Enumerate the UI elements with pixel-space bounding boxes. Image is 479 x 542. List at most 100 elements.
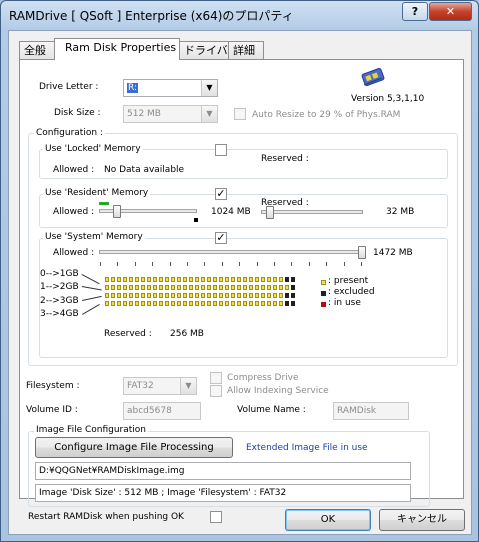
memory-block [273, 293, 277, 298]
memory-block [231, 277, 235, 282]
volume-name-field[interactable]: RAMDisk [333, 402, 409, 420]
slider-tick [361, 262, 362, 266]
image-path-field[interactable]: D:¥QQGNet¥RAMDiskImage.img [35, 462, 411, 480]
memory-block [123, 301, 127, 306]
allow-indexing-checkbox[interactable] [210, 385, 222, 397]
memory-block [207, 277, 211, 282]
memory-block [189, 301, 193, 306]
memory-block [165, 301, 169, 306]
memory-block [225, 301, 229, 306]
allow-indexing-label: Allow Indexing Service [227, 386, 329, 396]
title-bar[interactable]: RAMDrive [ QSoft ] Enterprise (x64)のプロパテ… [1, 1, 478, 29]
volume-id-value: abcd5678 [127, 406, 172, 416]
locked-memory-checkbox[interactable] [215, 144, 227, 156]
locked-reserved-label: Reserved : [261, 154, 309, 164]
system-allowed-slider-track [99, 250, 363, 254]
drive-letter-select[interactable]: R: ▼ [123, 79, 218, 97]
system-allowed-slider-thumb[interactable] [358, 246, 366, 259]
memory-block [213, 293, 217, 298]
tab-driver[interactable]: ドライバ [179, 41, 229, 60]
memory-block [243, 301, 247, 306]
tab-general[interactable]: 全般 [19, 41, 55, 60]
memory-block [117, 293, 121, 298]
memory-block [159, 301, 163, 306]
resident-allowed-slider-thumb[interactable] [113, 205, 121, 218]
close-button[interactable]: ✕ [429, 2, 472, 21]
memory-block [267, 277, 271, 282]
memory-block [189, 277, 193, 282]
memory-block [243, 277, 247, 282]
filesystem-label: Filesystem : [26, 381, 80, 391]
dialog-client: 全般 Ram Disk Properties ドライバ 詳細 Drive Let… [8, 30, 472, 535]
memory-block [183, 293, 187, 298]
memory-block [291, 293, 295, 298]
memory-block [159, 293, 163, 298]
system-slider-ticks [100, 262, 362, 266]
memory-block [225, 285, 229, 290]
memory-block [123, 285, 127, 290]
memory-block [261, 301, 265, 306]
memory-block [153, 293, 157, 298]
ok-button[interactable]: OK [285, 509, 371, 531]
slider-tick [169, 262, 171, 266]
excluded-legend-swatch [321, 291, 326, 296]
memory-block [201, 277, 205, 282]
system-memory-checkbox[interactable]: ✓ [215, 232, 227, 244]
memory-block [279, 293, 283, 298]
resident-memory-checkbox[interactable]: ✓ [215, 188, 227, 200]
memory-block [201, 285, 205, 290]
locked-allowed-label: Allowed : [53, 165, 95, 175]
memory-block [273, 301, 277, 306]
volume-name-value: RAMDisk [337, 406, 377, 416]
auto-resize-checkbox[interactable] [234, 108, 246, 120]
resident-reserved-slider-thumb[interactable] [266, 206, 274, 219]
compress-drive-checkbox[interactable] [210, 372, 222, 384]
memory-block [105, 293, 109, 298]
tab-ram-disk-properties[interactable]: Ram Disk Properties [54, 38, 180, 60]
memory-block [195, 277, 199, 282]
tab-details[interactable]: 詳細 [228, 41, 264, 60]
memory-block [165, 293, 169, 298]
memory-block [249, 277, 253, 282]
memory-block [249, 301, 253, 306]
cancel-button[interactable]: キャンセル [379, 509, 465, 531]
memory-block [291, 301, 295, 306]
memory-block [147, 285, 151, 290]
disk-size-select[interactable]: 512 MB ▼ [123, 105, 218, 123]
memory-block [129, 285, 133, 290]
restart-checkbox[interactable] [210, 511, 222, 523]
memory-block [207, 293, 211, 298]
memory-block [135, 293, 139, 298]
slider-tick [187, 262, 188, 266]
memory-block [129, 301, 133, 306]
memory-block [267, 301, 271, 306]
slider-tick [326, 262, 328, 266]
memory-block [249, 285, 253, 290]
memory-block [267, 285, 271, 290]
memory-block [147, 293, 151, 298]
version-text: Version 5,3,1,10 [351, 94, 425, 104]
in-use-legend-swatch [321, 302, 326, 307]
memory-block [195, 301, 199, 306]
memory-block [225, 293, 229, 298]
memory-block [171, 293, 175, 298]
memory-block [231, 293, 235, 298]
resident-reserved-slider-track [261, 210, 363, 214]
memory-block [219, 301, 223, 306]
memory-block [255, 301, 259, 306]
memory-block [153, 301, 157, 306]
memory-block [171, 301, 175, 306]
filesystem-select[interactable]: FAT32 ▼ [123, 377, 197, 395]
memory-block [129, 293, 133, 298]
configure-image-file-button[interactable]: Configure Image File Processing [35, 437, 233, 458]
memory-block [177, 277, 181, 282]
volume-id-field[interactable]: abcd5678 [123, 402, 201, 420]
resident-reserved-value: 32 MB [386, 207, 415, 217]
memory-block [105, 301, 109, 306]
help-button[interactable]: ? [402, 2, 428, 21]
memory-block [177, 293, 181, 298]
memory-block [279, 301, 283, 306]
memory-block [285, 277, 289, 282]
memory-block [111, 277, 115, 282]
memory-block [111, 285, 115, 290]
